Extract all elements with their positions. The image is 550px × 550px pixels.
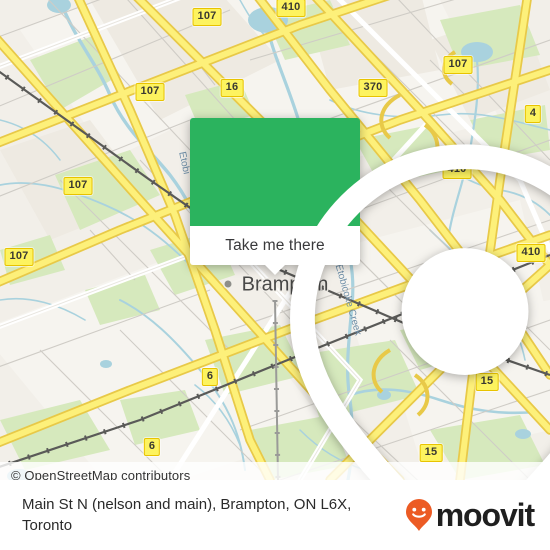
moovit-pin-smiley-icon [405, 499, 432, 531]
highway-shield-410: 410 [276, 0, 306, 17]
highway-shield-107: 107 [63, 177, 93, 195]
destination-card[interactable]: Take me there [190, 118, 550, 480]
map-canvas[interactable]: Brampton Etobicoke Creek Etobi 107 410 107… [0, 0, 550, 480]
address-text: Main St N (nelson and main), Brampton, O… [22, 496, 352, 534]
highway-shield-6: 6 [143, 438, 161, 456]
highway-shield-107: 107 [135, 83, 165, 101]
highway-shield-370: 370 [358, 79, 388, 97]
moovit-map-screenshot: Brampton Etobicoke Creek Etobi 107 410 107… [0, 0, 550, 550]
highway-shield-107: 107 [443, 56, 473, 74]
card-action-area[interactable]: Take me there [190, 226, 360, 275]
card-pointer-triangle [264, 264, 286, 275]
moovit-wordmark: moovit [435, 497, 535, 533]
highway-shield-107: 107 [4, 248, 34, 266]
take-me-there-label: Take me there [225, 236, 325, 254]
footer-bar: Main St N (nelson and main), Brampton, O… [0, 480, 550, 550]
highway-shield-107: 107 [192, 8, 222, 26]
map-pin-icon [290, 144, 550, 480]
moovit-logo[interactable]: moovit [404, 497, 535, 533]
highway-shield-16: 16 [220, 79, 244, 97]
card-pin-area [190, 118, 550, 480]
